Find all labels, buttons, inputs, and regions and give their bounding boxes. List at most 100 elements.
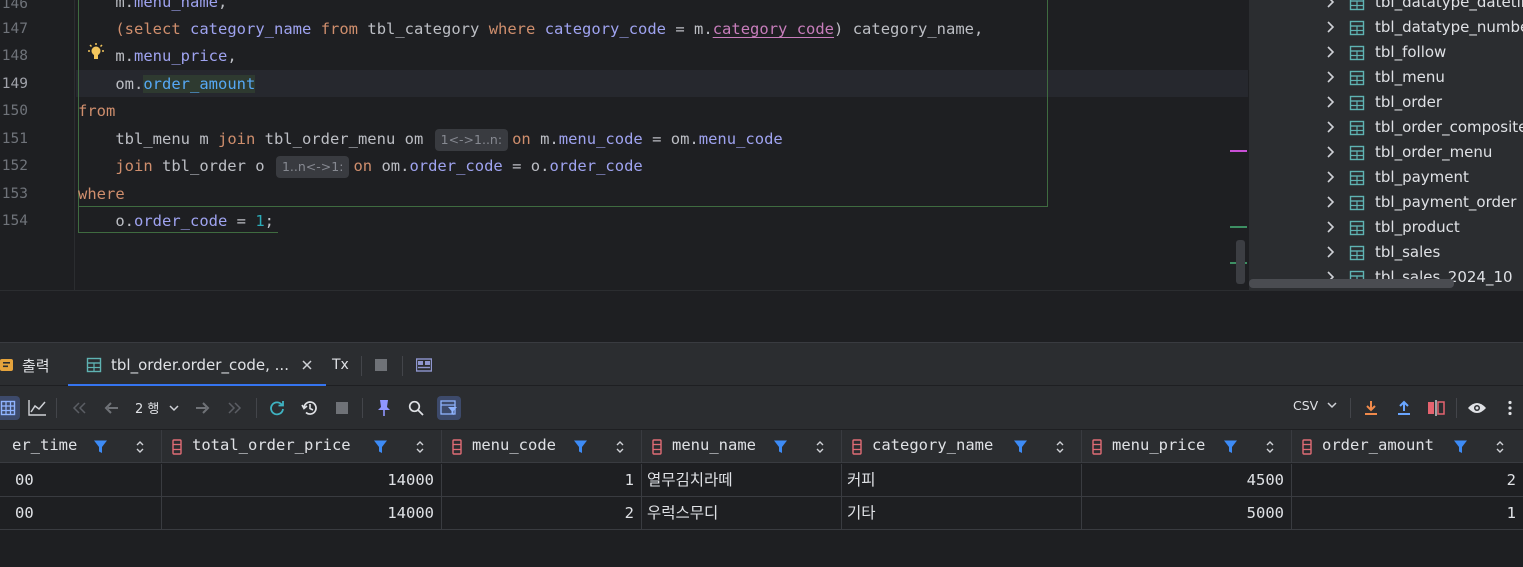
import-data-button[interactable] <box>1392 396 1416 420</box>
tab-result[interactable]: tbl_order.order_code, ... <box>68 343 326 387</box>
sort-icon[interactable] <box>1495 439 1505 455</box>
column-header[interactable]: category_name <box>842 430 1082 463</box>
chevron-right-icon[interactable] <box>1325 245 1337 259</box>
history-button[interactable] <box>298 396 322 420</box>
tree-item-table[interactable]: tbl_sales <box>1249 242 1523 267</box>
table-cell[interactable]: 00 <box>10 464 162 497</box>
code-line-146[interactable]: m.menu_name, <box>78 0 227 16</box>
next-page-button[interactable] <box>191 396 215 420</box>
table-row[interactable]: 00 14000 1 열무김치라떼 커피 4500 2 <box>0 464 1523 497</box>
sort-icon[interactable] <box>1055 439 1065 455</box>
page-size-dropdown[interactable]: 2 행 <box>135 398 180 417</box>
code-editor[interactable]: 146 147 148 149 150 151 152 153 154 m.me… <box>0 0 1248 290</box>
code-line-147[interactable]: (select category_name from tbl_category … <box>78 16 983 43</box>
chevron-right-icon[interactable] <box>1325 120 1337 134</box>
previous-page-button[interactable] <box>99 396 123 420</box>
chart-view-button[interactable] <box>25 396 49 420</box>
result-toolbar: 2 행 CSV <box>0 386 1523 430</box>
search-button[interactable] <box>404 396 428 420</box>
result-grid[interactable]: er_time total_order_price menu_code menu… <box>0 430 1523 567</box>
sort-icon[interactable] <box>615 439 625 455</box>
chevron-right-icon[interactable] <box>1325 70 1337 84</box>
table-cell[interactable]: 00 <box>10 497 162 530</box>
tree-item-table[interactable]: tbl_menu <box>1249 67 1523 92</box>
table-cell[interactable]: 커피 <box>842 464 1082 497</box>
table-row[interactable]: 00 14000 2 우럭스무디 기타 5000 1 <box>0 497 1523 530</box>
tree-horizontal-scrollbar[interactable] <box>1249 279 1454 288</box>
tree-item-table[interactable]: tbl_payment <box>1249 167 1523 192</box>
tree-item-table[interactable]: tbl_product <box>1249 217 1523 242</box>
code-line-150[interactable]: from <box>78 98 115 125</box>
panel-splitter[interactable] <box>0 290 1523 342</box>
code-line-154[interactable]: o.order_code = 1; <box>78 208 274 235</box>
sort-icon[interactable] <box>815 439 825 455</box>
reload-button[interactable] <box>265 396 289 420</box>
filter-icon[interactable] <box>573 439 588 454</box>
editor-scrollbar[interactable] <box>1236 240 1245 284</box>
more-options-button[interactable] <box>1498 396 1522 420</box>
chevron-right-icon[interactable] <box>1325 0 1337 9</box>
layout-icon[interactable] <box>416 358 432 372</box>
column-header[interactable]: menu_price <box>1082 430 1292 463</box>
table-view-button[interactable] <box>0 396 20 420</box>
code-line-152[interactable]: join tbl_order o 1..n<->1: on om.order_co… <box>78 153 643 180</box>
tab-tx[interactable]: Tx <box>332 343 356 387</box>
tree-item-table[interactable]: tbl_datatype_number <box>1249 17 1523 42</box>
table-cell[interactable]: 5000 <box>1082 497 1292 530</box>
sort-icon[interactable] <box>135 439 145 455</box>
chevron-right-icon[interactable] <box>1325 220 1337 234</box>
chevron-right-icon[interactable] <box>1325 45 1337 59</box>
filter-panel-button[interactable] <box>437 396 461 420</box>
filter-icon[interactable] <box>773 439 788 454</box>
close-icon[interactable] <box>301 359 313 371</box>
table-cell[interactable]: 1 <box>442 464 642 497</box>
column-header[interactable]: menu_code <box>442 430 642 463</box>
filter-icon[interactable] <box>1223 439 1238 454</box>
code-line-153[interactable]: where <box>78 181 125 208</box>
table-cell[interactable]: 4500 <box>1082 464 1292 497</box>
view-options-button[interactable] <box>1465 396 1489 420</box>
chevron-right-icon[interactable] <box>1325 95 1337 109</box>
database-explorer[interactable]: tbl_datatype_datetime tbl_datatype_numbe… <box>1248 0 1523 290</box>
table-cell[interactable]: 열무김치라떼 <box>642 464 842 497</box>
export-data-button[interactable] <box>1359 396 1383 420</box>
chevron-right-icon[interactable] <box>1325 195 1337 209</box>
table-cell[interactable]: 1 <box>1292 497 1523 530</box>
table-cell[interactable]: 14000 <box>162 464 442 497</box>
chevron-right-icon[interactable] <box>1325 20 1337 34</box>
tree-item-table[interactable]: tbl_datatype_datetime <box>1249 0 1523 17</box>
tree-item-table[interactable]: tbl_order_composite <box>1249 117 1523 142</box>
cancel-query-button[interactable] <box>330 396 354 420</box>
chevron-right-icon[interactable] <box>1325 170 1337 184</box>
sort-icon[interactable] <box>1265 439 1275 455</box>
sort-icon[interactable] <box>415 439 425 455</box>
code-line-149[interactable]: om.order_amount <box>78 71 256 98</box>
export-format-dropdown[interactable]: CSV <box>1293 398 1338 413</box>
tab-output[interactable]: 출력 <box>0 343 62 387</box>
code-line-151[interactable]: tbl_menu m join tbl_order_menu om 1<->1.… <box>78 126 783 153</box>
filter-icon[interactable] <box>1013 439 1028 454</box>
table-cell[interactable]: 기타 <box>842 497 1082 530</box>
compare-button[interactable] <box>1424 396 1448 420</box>
chevron-right-icon[interactable] <box>1325 145 1337 159</box>
column-header[interactable]: total_order_price <box>162 430 442 463</box>
table-cell[interactable]: 2 <box>442 497 642 530</box>
lightbulb-icon[interactable] <box>87 43 105 65</box>
pin-tab-button[interactable] <box>372 396 396 420</box>
tree-item-table[interactable]: tbl_payment_order <box>1249 192 1523 217</box>
first-page-button[interactable] <box>67 396 91 420</box>
filter-icon[interactable] <box>373 439 388 454</box>
column-header[interactable]: menu_name <box>642 430 842 463</box>
filter-icon[interactable] <box>1453 439 1468 454</box>
tree-item-table[interactable]: tbl_follow <box>1249 42 1523 67</box>
table-cell[interactable]: 14000 <box>162 497 442 530</box>
last-page-button[interactable] <box>223 396 247 420</box>
table-cell[interactable]: 2 <box>1292 464 1523 497</box>
column-header[interactable]: order_amount <box>1292 430 1523 463</box>
column-header[interactable]: er_time <box>0 430 162 463</box>
tree-item-table[interactable]: tbl_order <box>1249 92 1523 117</box>
tree-item-table[interactable]: tbl_order_menu <box>1249 142 1523 167</box>
filter-icon[interactable] <box>93 439 108 454</box>
stop-icon[interactable] <box>374 358 388 372</box>
table-cell[interactable]: 우럭스무디 <box>642 497 842 530</box>
